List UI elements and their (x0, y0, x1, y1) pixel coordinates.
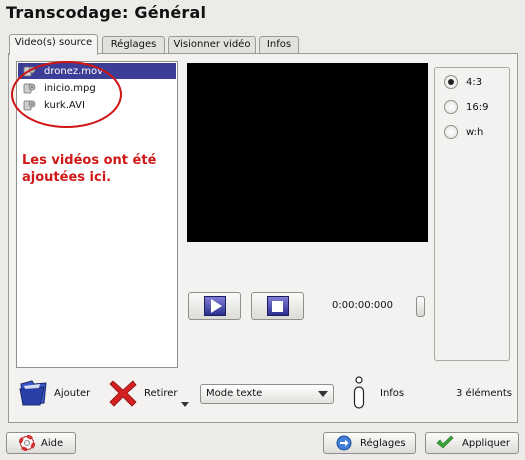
window-title: Transcodage: Général (6, 3, 207, 22)
chevron-down-icon (318, 391, 328, 397)
tab-reglages[interactable]: Réglages (102, 36, 165, 54)
remove-button[interactable]: Retirer (108, 376, 178, 410)
file-name: inicio.mpg (44, 82, 96, 94)
list-item[interactable]: dronez.mov (18, 63, 176, 79)
item-count: 3 éléments (456, 388, 512, 399)
video-preview (187, 63, 428, 242)
chevron-down-icon[interactable] (181, 402, 189, 407)
video-file-icon (23, 100, 36, 110)
annotation-text: Les vidéos ont été ajoutées ici. (22, 153, 157, 185)
tab-visionner-video[interactable]: Visionner vidéo (168, 36, 256, 54)
info-button[interactable]: Infos (352, 376, 404, 410)
aspect-radio-4-3[interactable]: 4:3 (444, 75, 482, 89)
radio-label: w:h (466, 126, 484, 138)
tab-video-source[interactable]: Video(s) source (9, 34, 98, 55)
tab-infos[interactable]: Infos (259, 36, 299, 54)
radio-button[interactable] (444, 125, 458, 139)
apply-label: Appliquer (462, 437, 511, 449)
aspect-radio-16-9[interactable]: 16:9 (444, 100, 488, 114)
arrow-right-circle-icon (336, 435, 352, 451)
time-readout: 0:00:00:000 (332, 300, 394, 311)
mode-select-value: Mode texte (206, 388, 263, 399)
play-icon (203, 296, 226, 316)
info-label: Infos (380, 387, 405, 399)
settings-button[interactable]: Réglages (323, 432, 416, 454)
remove-label: Retirer (144, 387, 178, 399)
list-item[interactable]: kurk.AVI (18, 97, 176, 113)
aspect-radio-w-h[interactable]: w:h (444, 125, 483, 139)
radio-button[interactable] (444, 100, 458, 114)
help-label: Aide (41, 437, 64, 449)
remove-x-icon (109, 380, 137, 407)
add-label: Ajouter (54, 387, 91, 399)
radio-label: 16:9 (466, 101, 489, 113)
video-file-icon (23, 83, 36, 93)
source-file-list[interactable]: dronez.mov inicio.mpg kurk.AVI (16, 61, 178, 368)
folder-add-icon (19, 380, 47, 406)
checkmark-icon (436, 435, 454, 449)
radio-label: 4:3 (466, 76, 483, 88)
apply-button[interactable]: Appliquer (425, 432, 519, 454)
radio-button[interactable] (444, 75, 458, 89)
info-icon (353, 376, 365, 409)
list-item[interactable]: inicio.mpg (18, 80, 176, 96)
file-name: dronez.mov (44, 65, 104, 77)
lifebuoy-icon (19, 435, 35, 451)
video-file-icon (23, 66, 36, 76)
play-button[interactable] (188, 292, 241, 320)
help-button[interactable]: Aide (6, 432, 76, 454)
mode-select[interactable]: Mode texte (200, 384, 334, 404)
add-button[interactable]: Ajouter (18, 376, 90, 410)
settings-label: Réglages (360, 437, 406, 449)
stop-button[interactable] (251, 292, 304, 320)
position-slider-handle[interactable] (416, 296, 425, 317)
stop-icon (266, 296, 289, 316)
file-name: kurk.AVI (44, 99, 85, 111)
